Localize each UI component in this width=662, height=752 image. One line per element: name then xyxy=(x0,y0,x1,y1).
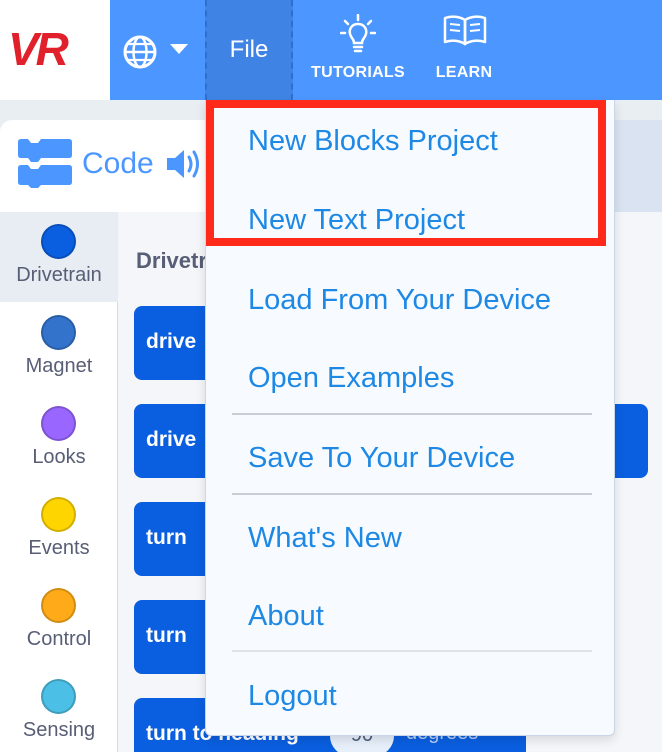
chevron-down-icon xyxy=(170,44,188,54)
category-color-dot xyxy=(41,315,76,350)
category-color-dot xyxy=(41,406,76,441)
tab-code[interactable]: Code xyxy=(0,120,215,212)
code-tab-label: Code xyxy=(82,147,154,180)
category-drivetrain[interactable]: Drivetrain xyxy=(0,212,118,302)
block-keyword: drive xyxy=(146,330,197,353)
menu-item-load-from-device[interactable]: Load From Your Device xyxy=(248,284,551,317)
lightbulb-icon xyxy=(340,14,376,53)
category-label: Sensing xyxy=(22,719,96,741)
menu-item-open-examples[interactable]: Open Examples xyxy=(248,362,454,395)
block-keyword: drive xyxy=(146,428,197,451)
file-menu-label: File xyxy=(229,36,269,63)
logo-text: VR xyxy=(8,23,69,75)
learn-label: LEARN xyxy=(435,64,493,81)
language-menu[interactable] xyxy=(122,34,194,70)
category-color-dot xyxy=(41,224,76,259)
category-events[interactable]: Events xyxy=(0,485,118,575)
tutorials-label: TUTORIALS xyxy=(311,64,405,81)
category-color-dot xyxy=(41,497,76,532)
block-keyword: turn xyxy=(146,624,187,647)
globe-icon xyxy=(123,35,157,69)
category-sidebar: Drivetrain Magnet Looks Events Control S… xyxy=(0,212,118,752)
menu-item-whats-new[interactable]: What's New xyxy=(248,522,402,555)
vr-logo[interactable]: VR xyxy=(0,0,110,100)
tutorials-button[interactable]: TUTORIALS xyxy=(305,0,411,100)
menu-separator xyxy=(232,413,592,415)
category-label: Control xyxy=(26,628,92,650)
block-keyword: turn xyxy=(146,526,187,549)
book-icon xyxy=(443,15,487,46)
category-label: Events xyxy=(28,537,90,559)
category-label: Looks xyxy=(32,446,86,468)
learn-button[interactable]: LEARN xyxy=(428,0,500,100)
menubar: VR File TUTORIALS LEARN xyxy=(0,0,662,100)
category-color-dot xyxy=(41,588,76,623)
menu-item-logout[interactable]: Logout xyxy=(248,680,337,713)
category-looks[interactable]: Looks xyxy=(0,394,118,484)
file-menu-button[interactable]: File xyxy=(205,0,293,100)
category-sensing[interactable]: Sensing xyxy=(0,667,118,752)
menu-item-about[interactable]: About xyxy=(248,600,324,633)
category-label: Magnet xyxy=(25,355,93,377)
code-blocks-icon xyxy=(18,139,72,188)
menu-separator xyxy=(232,493,592,495)
category-color-dot xyxy=(41,679,76,714)
speaker-icon xyxy=(167,150,199,178)
highlight-annotation-box xyxy=(206,100,606,246)
category-control[interactable]: Control xyxy=(0,576,118,666)
category-magnet[interactable]: Magnet xyxy=(0,303,118,393)
menu-separator xyxy=(232,650,592,652)
category-label: Drivetrain xyxy=(16,264,102,286)
menu-item-save-to-device[interactable]: Save To Your Device xyxy=(248,442,515,475)
